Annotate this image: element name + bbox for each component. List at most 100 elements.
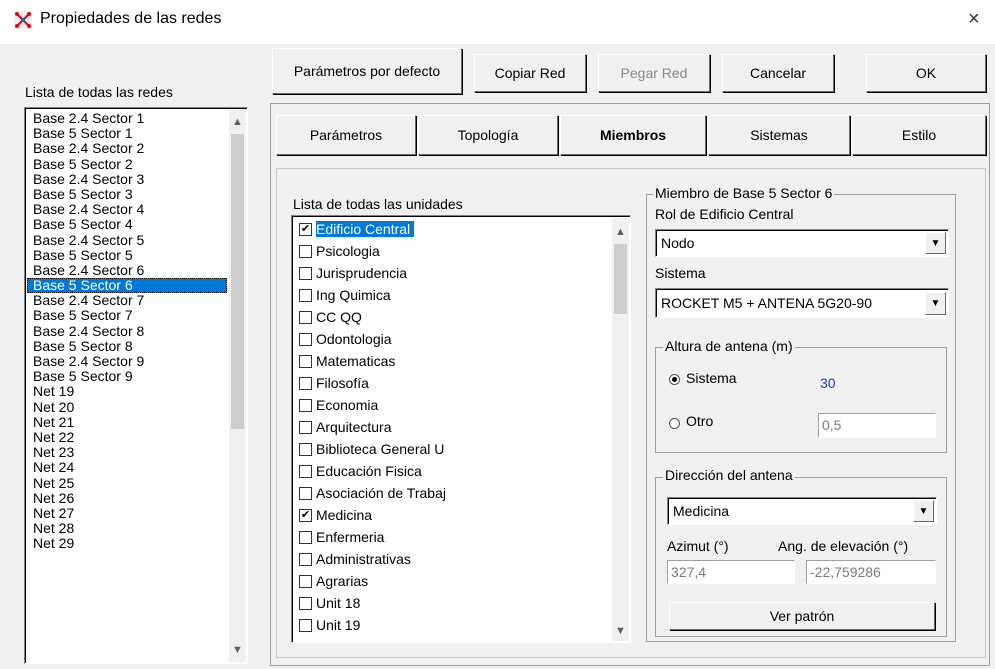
role-dropdown[interactable]: Nodo bbox=[655, 229, 949, 257]
net-list-item[interactable]: Net 20 bbox=[27, 399, 227, 415]
net-list-item[interactable]: Net 21 bbox=[27, 414, 227, 430]
checkbox-icon[interactable] bbox=[299, 574, 312, 588]
checkbox-icon[interactable] bbox=[299, 596, 312, 610]
checkbox-icon[interactable] bbox=[299, 398, 312, 412]
nets-scroll-thumb[interactable] bbox=[231, 134, 244, 429]
net-list-item[interactable]: Net 28 bbox=[27, 520, 227, 536]
paste-net-button[interactable]: Pegar Red bbox=[598, 54, 710, 92]
unit-list-item[interactable]: Economia bbox=[293, 394, 593, 416]
net-list-item[interactable]: Base 2.4 Sector 7 bbox=[27, 293, 227, 308]
system-dropdown[interactable]: ROCKET M5 + ANTENA 5G20-90 bbox=[655, 288, 949, 318]
chevron-down-icon[interactable]: ▼ bbox=[925, 232, 946, 254]
unit-list-item[interactable]: ✔ Edificio Central bbox=[293, 218, 593, 240]
net-list-item[interactable]: Base 2.4 Sector 2 bbox=[27, 141, 227, 156]
net-list-item[interactable]: Net 19 bbox=[27, 384, 227, 399]
checkbox-icon[interactable] bbox=[299, 486, 312, 500]
checkbox-icon[interactable] bbox=[299, 332, 312, 346]
unit-list-item[interactable]: Odontologia bbox=[293, 328, 593, 350]
checkbox-icon[interactable] bbox=[299, 266, 312, 280]
net-list-item[interactable]: Net 25 bbox=[27, 475, 227, 491]
net-list-item[interactable]: Base 2.4 Sector 9 bbox=[27, 353, 227, 369]
unit-list-item[interactable]: CC QQ bbox=[293, 306, 593, 328]
net-list-item[interactable]: Base 2.4 Sector 5 bbox=[27, 232, 227, 248]
tab-topologia[interactable]: Topología bbox=[418, 115, 558, 155]
net-list-item[interactable]: Net 29 bbox=[27, 536, 227, 551]
chevron-down-icon[interactable]: ▼ bbox=[925, 292, 946, 315]
defaults-button[interactable]: Parámetros por defecto bbox=[272, 48, 462, 94]
scroll-up-icon[interactable]: ▲ bbox=[612, 224, 629, 240]
net-list-item[interactable]: Base 2.4 Sector 1 bbox=[27, 110, 227, 126]
net-list-item[interactable]: Base 5 Sector 2 bbox=[27, 156, 227, 172]
scroll-up-icon[interactable]: ▲ bbox=[229, 114, 246, 130]
checkbox-icon[interactable] bbox=[299, 354, 312, 368]
unit-list-item[interactable]: Enfermeria bbox=[293, 526, 593, 548]
net-list-item[interactable]: Base 5 Sector 3 bbox=[27, 186, 227, 202]
unit-list-item[interactable]: Asociación de Trabaj bbox=[293, 482, 593, 504]
checkbox-icon[interactable] bbox=[299, 464, 312, 478]
net-list-item[interactable]: Net 22 bbox=[27, 429, 227, 445]
unit-list-item[interactable]: ✔ Medicina bbox=[293, 504, 593, 526]
checkbox-icon[interactable] bbox=[299, 310, 312, 324]
unit-list-item[interactable]: Jurisprudencia bbox=[293, 262, 593, 284]
units-listbox[interactable]: ✔ Edificio Central Psicologia Jurisprudenci… bbox=[291, 215, 631, 643]
unit-list-item[interactable]: Filosofía bbox=[293, 372, 593, 394]
checkbox-icon[interactable] bbox=[299, 420, 312, 434]
net-list-item[interactable]: Net 24 bbox=[27, 460, 227, 475]
net-list-item[interactable]: Net 23 bbox=[27, 445, 227, 460]
view-pattern-button[interactable]: Ver patrón bbox=[669, 602, 935, 630]
close-icon[interactable]: × bbox=[968, 8, 980, 31]
tab-miembros[interactable]: Miembros bbox=[560, 115, 706, 155]
azimuth-field[interactable]: 327,4 bbox=[667, 560, 795, 584]
checkbox-icon[interactable] bbox=[299, 618, 312, 632]
ok-button[interactable]: OK bbox=[866, 54, 986, 92]
net-list-item[interactable]: Net 27 bbox=[27, 505, 227, 521]
net-list-item[interactable]: Base 5 Sector 9 bbox=[27, 369, 227, 384]
net-list-item[interactable]: Base 5 Sector 4 bbox=[27, 217, 227, 232]
unit-list-item[interactable]: Psicologia bbox=[293, 240, 593, 262]
unit-list-item[interactable]: Matematicas bbox=[293, 350, 593, 372]
scroll-down-icon[interactable]: ▼ bbox=[229, 642, 246, 658]
cancel-button[interactable]: Cancelar bbox=[722, 54, 834, 92]
checkbox-icon[interactable] bbox=[299, 244, 312, 258]
checkbox-icon[interactable] bbox=[299, 288, 312, 302]
checkbox-icon[interactable] bbox=[299, 530, 312, 544]
net-list-item[interactable]: Net 26 bbox=[27, 490, 227, 506]
unit-list-item[interactable]: Administrativas bbox=[293, 548, 593, 570]
unit-list-item[interactable]: Arquitectura bbox=[293, 416, 593, 438]
units-scrollbar[interactable]: ▲ ▼ bbox=[612, 218, 629, 641]
unit-list-item[interactable]: Ing Quimica bbox=[293, 284, 593, 306]
chevron-down-icon[interactable]: ▼ bbox=[913, 500, 934, 522]
radio-system[interactable] bbox=[669, 374, 680, 385]
checkbox-checked-icon[interactable]: ✔ bbox=[299, 508, 312, 522]
net-list-item[interactable]: Base 5 Sector 1 bbox=[27, 126, 227, 141]
net-list-item[interactable]: Base 5 Sector 8 bbox=[27, 338, 227, 354]
checkbox-icon[interactable] bbox=[299, 552, 312, 566]
checkbox-checked-icon[interactable]: ✔ bbox=[299, 222, 312, 236]
net-list-item[interactable]: Base 5 Sector 7 bbox=[27, 308, 227, 323]
net-list-item[interactable]: Base 2.4 Sector 3 bbox=[27, 171, 227, 187]
tab-sistemas[interactable]: Sistemas bbox=[708, 115, 850, 155]
checkbox-icon[interactable] bbox=[299, 442, 312, 456]
unit-list-item[interactable]: Biblioteca General U bbox=[293, 438, 593, 460]
checkbox-icon[interactable] bbox=[299, 376, 312, 390]
net-list-item[interactable]: Base 2.4 Sector 8 bbox=[27, 323, 227, 339]
net-list-item[interactable]: Base 5 Sector 6 bbox=[27, 277, 227, 294]
radio-other[interactable] bbox=[669, 418, 680, 429]
other-height-field[interactable]: 0,5 bbox=[818, 413, 936, 438]
unit-list-item[interactable]: Unit 18 bbox=[293, 592, 593, 614]
unit-list-item[interactable]: Educación Fisica bbox=[293, 460, 593, 482]
scroll-down-icon[interactable]: ▼ bbox=[612, 623, 629, 639]
net-list-item[interactable]: Base 2.4 Sector 6 bbox=[27, 262, 227, 278]
unit-list-item[interactable]: Unit 19 bbox=[293, 614, 593, 636]
elevation-field[interactable]: -22,759286 bbox=[806, 560, 936, 584]
net-list-item[interactable]: Base 2.4 Sector 4 bbox=[27, 202, 227, 217]
direction-dropdown[interactable]: Medicina bbox=[667, 497, 937, 525]
tab-parametros[interactable]: Parámetros bbox=[276, 115, 416, 155]
tab-estilo[interactable]: Estilo bbox=[852, 115, 986, 155]
unit-list-item[interactable]: Agrarias bbox=[293, 570, 593, 592]
net-list-item[interactable]: Base 5 Sector 5 bbox=[27, 247, 227, 263]
nets-scrollbar[interactable]: ▲ ▼ bbox=[229, 110, 246, 662]
nets-listbox[interactable]: Base 2.4 Sector 1 Base 5 Sector 1 Base 2.4… bbox=[24, 107, 248, 664]
copy-net-button[interactable]: Copiar Red bbox=[474, 54, 586, 92]
units-scroll-thumb[interactable] bbox=[614, 244, 627, 314]
